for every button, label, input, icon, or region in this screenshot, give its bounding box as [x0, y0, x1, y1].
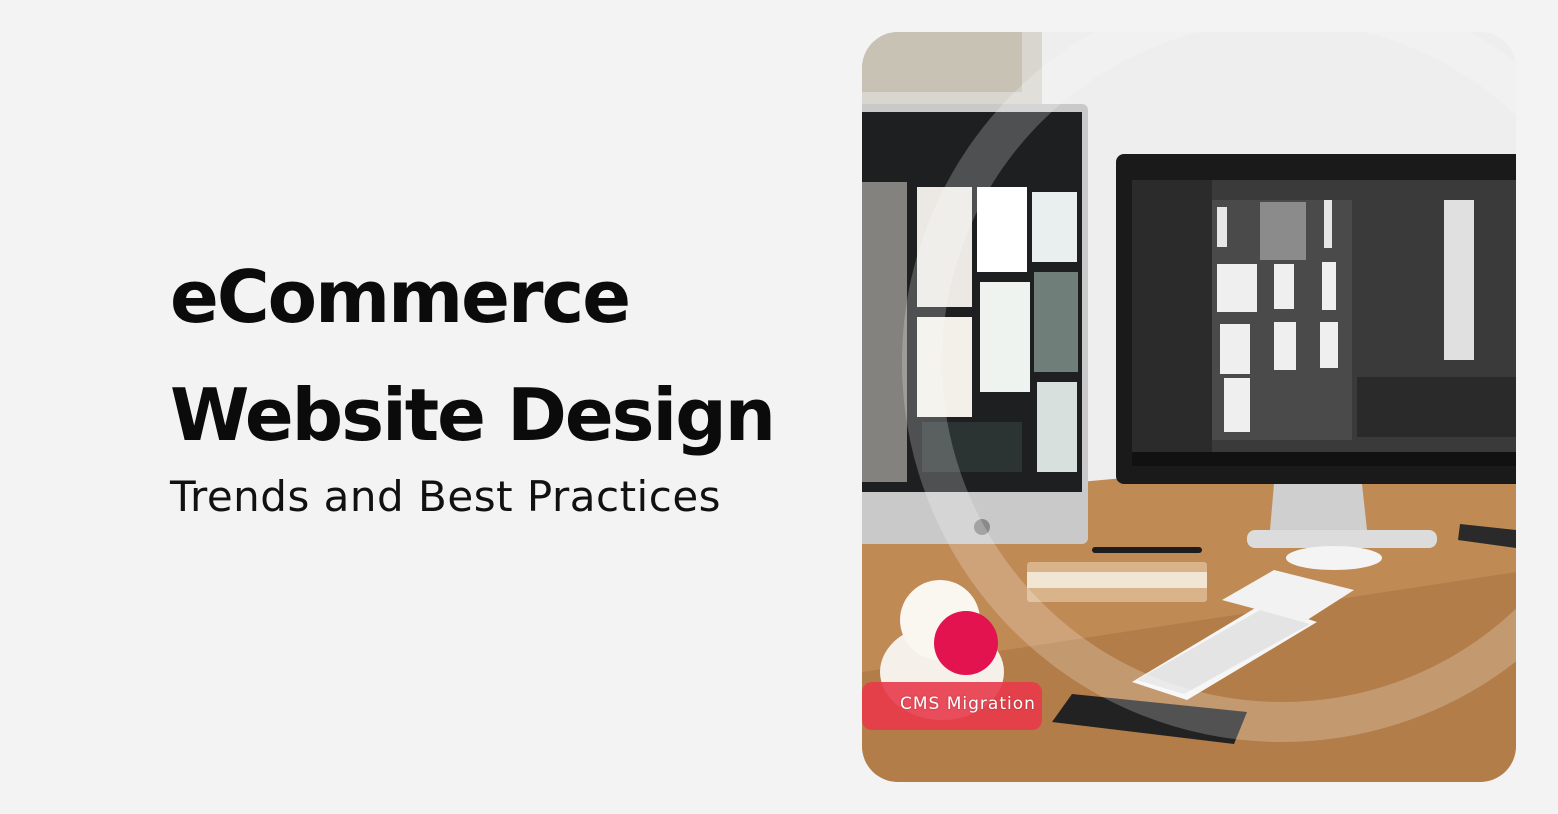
headline-line-1: eCommerce — [170, 255, 631, 339]
headline: eCommerce Website Design — [170, 238, 776, 474]
headline-line-2: Website Design — [170, 373, 776, 457]
accent-dot — [934, 611, 998, 675]
subtitle: Trends and Best Practices — [170, 472, 722, 521]
photo-caption: CMS Migration — [900, 694, 1036, 714]
